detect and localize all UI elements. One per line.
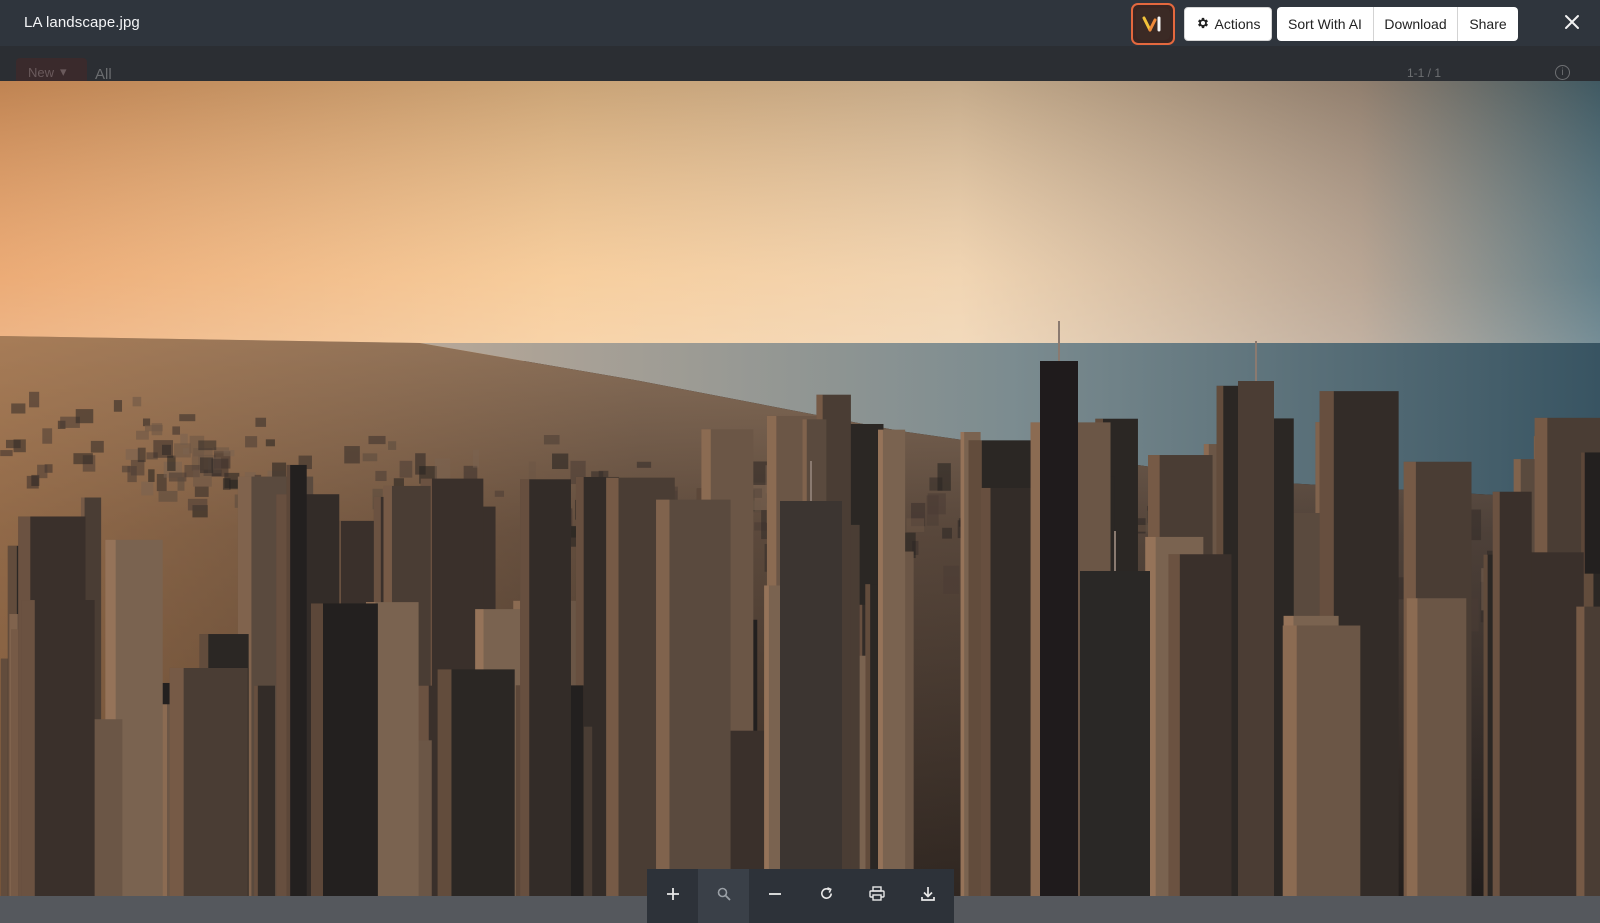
minus-icon	[768, 887, 782, 906]
image-toolbar	[647, 869, 954, 923]
city-skyline-image	[0, 81, 1600, 896]
plus-icon	[666, 887, 680, 906]
image-preview	[0, 81, 1600, 896]
gear-icon	[1196, 16, 1210, 33]
ai-assistant-button[interactable]	[1131, 3, 1175, 45]
zoom-out-button[interactable]	[749, 869, 800, 923]
actions-button[interactable]: Actions	[1184, 7, 1272, 41]
ai-logo-icon	[1136, 8, 1170, 40]
zoom-reset-button[interactable]	[698, 869, 750, 923]
rotate-icon	[819, 886, 834, 906]
background-new-label: New	[28, 64, 55, 80]
background-app-strip	[0, 46, 1600, 81]
download-image-button[interactable]	[903, 869, 954, 923]
chevron-down-icon: ▾	[60, 64, 67, 79]
download-button[interactable]: Download	[1374, 7, 1458, 41]
print-button[interactable]	[852, 869, 903, 923]
download-icon	[921, 886, 936, 906]
file-name: LA landscape.jpg	[24, 14, 140, 31]
zoom-in-button[interactable]	[647, 869, 698, 923]
rotate-button[interactable]	[801, 869, 852, 923]
sort-with-ai-button[interactable]: Sort With AI	[1277, 7, 1374, 41]
magnifier-icon	[717, 887, 731, 906]
info-icon: i	[1555, 65, 1570, 80]
printer-icon	[869, 886, 885, 906]
header-button-group: Sort With AI Download Share	[1277, 7, 1518, 41]
close-icon[interactable]	[1561, 11, 1583, 33]
share-button[interactable]: Share	[1458, 7, 1518, 41]
actions-label: Actions	[1214, 16, 1261, 32]
background-pagination: 1-1 / 1	[1407, 66, 1442, 80]
viewer-header: LA landscape.jpg Actions Sort With AI Do…	[0, 0, 1600, 46]
